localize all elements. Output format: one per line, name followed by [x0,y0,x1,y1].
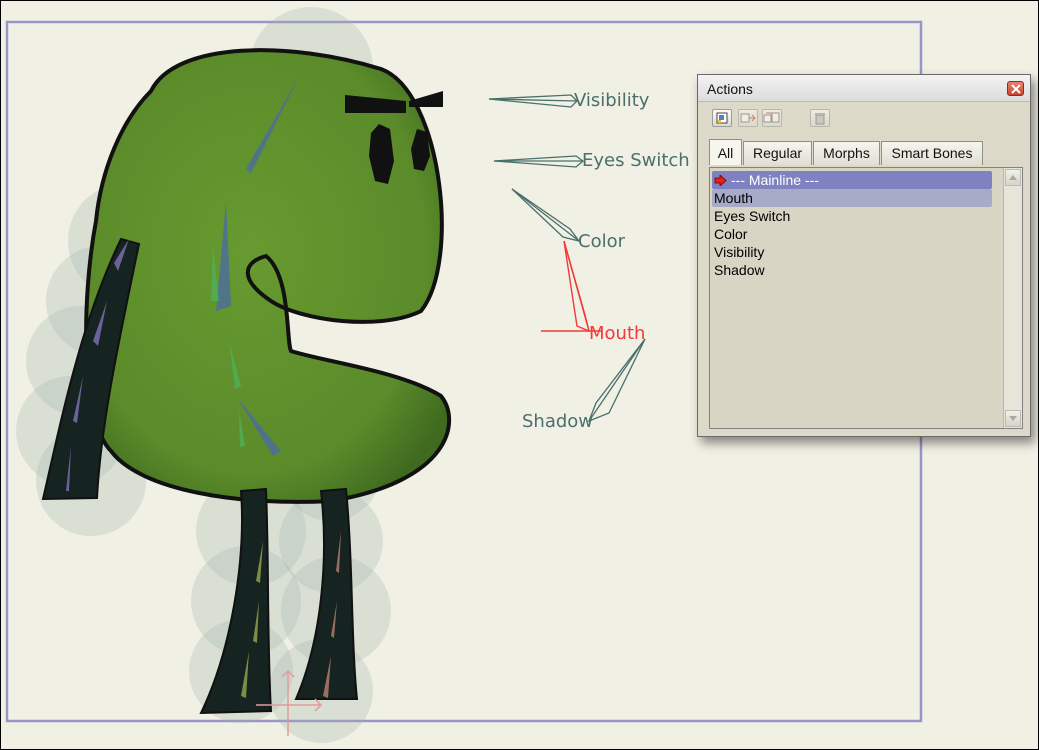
chevron-down-icon [1009,416,1017,421]
list-item-mouth[interactable]: Mouth [712,189,992,207]
actions-window[interactable]: Actions All Regular Morphs Smart Bones -… [697,74,1031,437]
copy-action-icon [763,112,780,123]
delete-action-button[interactable] [810,109,830,127]
tab-morphs[interactable]: Morphs [813,141,880,165]
character-body [84,48,452,504]
tab-all[interactable]: All [709,139,742,165]
bone-label-color[interactable]: Color [578,233,625,251]
bone-mouth-selected [541,240,601,333]
bone-label-visibility[interactable]: Visibility [574,92,649,110]
bone-label-mouth[interactable]: Mouth [589,325,645,343]
chevron-up-icon [1009,175,1017,180]
list-item-color[interactable]: Color [712,225,992,243]
list-item-visibility[interactable]: Visibility [712,243,992,261]
red-arrow-icon [714,174,727,186]
duplicate-action-button[interactable] [738,109,758,127]
bone-label-eyes-switch[interactable]: Eyes Switch [582,152,690,170]
list-item-label: --- Mainline --- [731,172,819,188]
scroll-up-button[interactable] [1005,169,1021,186]
tab-smart-bones[interactable]: Smart Bones [881,141,983,165]
workspace-canvas[interactable]: Visibility Eyes Switch Color Mouth Shado… [1,1,1038,749]
actions-window-title: Actions [707,81,753,97]
actions-titlebar[interactable]: Actions [698,75,1030,102]
copy-action-button[interactable] [762,109,782,127]
delete-action-icon [815,113,825,125]
new-action-icon [716,112,728,124]
list-item-eyes-switch[interactable]: Eyes Switch [712,207,992,225]
list-scrollbar[interactable] [1003,168,1022,428]
new-action-button[interactable] [712,109,732,127]
list-item-shadow[interactable]: Shadow [712,261,992,279]
close-button[interactable] [1007,81,1024,96]
close-icon [1011,84,1021,94]
scroll-down-button[interactable] [1005,410,1021,427]
duplicate-action-icon [740,113,756,123]
list-item-mainline[interactable]: --- Mainline --- [712,171,992,189]
bone-label-shadow[interactable]: Shadow [522,413,593,431]
tab-regular[interactable]: Regular [743,141,812,165]
actions-list[interactable]: --- Mainline --- Mouth Eyes Switch Color… [709,167,1023,429]
